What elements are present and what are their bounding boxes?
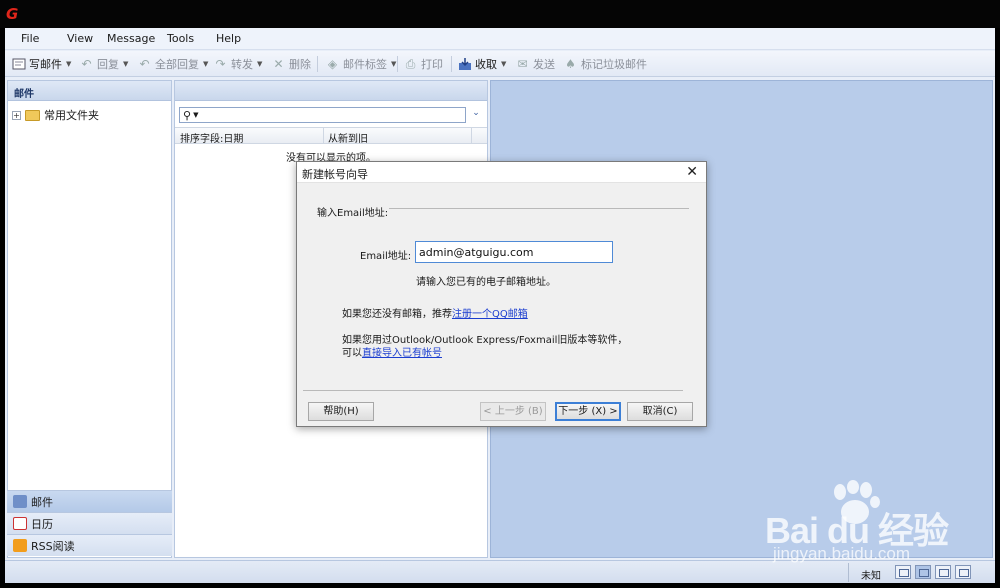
no-mailbox-text: 如果您还没有邮箱，推荐注册一个QQ邮箱 [342,305,528,320]
tree-item-common-folders[interactable]: + 常用文件夹 [12,107,99,123]
nav-tab-mail[interactable]: 邮件 [7,490,172,512]
delete-icon: ✕ [273,57,284,71]
folder-pane-header: 邮件 [8,81,171,101]
watermark-url: jingyan.baidu.com [773,544,911,563]
import-text: 可以直接导入已有帐号 [342,344,442,359]
send-button[interactable]: ✉ 发送 [515,55,555,73]
toolbar-divider [397,56,398,72]
reply-icon: ↶ [81,57,92,71]
register-qq-link[interactable]: 注册一个QQ邮箱 [452,309,528,320]
print-button[interactable]: ⎙ 打印 [403,55,443,73]
email-label: Email地址: [360,251,412,262]
compose-icon [11,57,26,72]
receive-label: 收取 [475,58,497,71]
dialog-title-bar: 新建帐号向导 ✕ [297,162,706,183]
baidu-watermark: Bai du 经验 jingyan.baidu.com [765,480,995,580]
import-account-link[interactable]: 直接导入已有帐号 [362,348,442,359]
toolbar-divider [317,56,318,72]
delete-button[interactable]: ✕ 删除 [271,55,311,73]
chevron-down-icon[interactable]: ▼ [193,111,198,119]
column-divider[interactable] [323,128,324,144]
no-mailbox-label: 如果您还没有邮箱，推荐 [342,309,452,320]
receive-button[interactable]: 收取 ▼ [457,55,506,73]
sort-field-header[interactable]: 排序字段:日期 [180,130,243,145]
reply-all-button[interactable]: ↶ 全部回复 ▼ [137,55,208,73]
menu-bar: File View Message Tools Help [5,28,995,50]
menu-help[interactable]: Help [216,32,241,45]
next-button[interactable]: 下一步 (X) > [555,402,621,421]
import-prefix: 可以 [342,348,362,359]
collapse-icon[interactable]: ⌄ [470,108,482,122]
delete-label: 删除 [289,58,311,71]
compose-button[interactable]: 写邮件 ▼ [11,55,71,73]
folder-pane: 邮件 + 常用文件夹 [7,80,172,558]
footer-divider [303,390,683,391]
search-input[interactable]: ⚲ ▼ [179,107,466,123]
nav-tabs: 邮件 日历 RSS阅读 [7,490,172,556]
tag-button[interactable]: ◈ 邮件标签 ▼ [325,55,397,73]
back-button[interactable]: < 上一步 (B) [480,402,546,421]
junk-label: 标记垃圾邮件 [581,58,647,71]
email-field[interactable] [415,241,613,263]
print-label: 打印 [421,58,443,71]
chevron-down-icon[interactable]: ▼ [257,60,262,68]
close-icon[interactable]: ✕ [686,164,698,180]
menu-tools[interactable]: Tools [167,32,194,45]
reply-all-label: 全部回复 [155,58,199,71]
rss-icon [13,539,27,552]
toolbar-divider [451,56,452,72]
chevron-down-icon[interactable]: ▼ [391,60,396,68]
forward-icon: ↷ [215,57,226,71]
dialog-title: 新建帐号向导 [302,168,368,181]
compose-label: 写邮件 [29,58,62,71]
help-button[interactable]: 帮助(H) [308,402,374,421]
folder-icon [25,109,40,121]
column-divider[interactable] [471,128,472,144]
expand-icon[interactable]: + [12,110,21,120]
chevron-down-icon[interactable]: ▼ [66,60,71,68]
section-divider [389,208,689,209]
menu-message[interactable]: Message [107,32,155,45]
send-icon: ✉ [517,57,528,71]
junk-button[interactable]: ♠ 标记垃圾邮件 [563,55,647,73]
reply-all-icon: ↶ [139,57,150,71]
tree-item-label: 常用文件夹 [44,109,99,122]
nav-tab-label: RSS阅读 [31,539,75,553]
mail-icon [13,495,27,508]
junk-icon: ♠ [565,57,576,71]
menu-file[interactable]: File [21,32,39,45]
chevron-down-icon[interactable]: ▼ [123,60,128,68]
chevron-down-icon[interactable]: ▼ [501,60,506,68]
forward-button[interactable]: ↷ 转发 ▼ [213,55,262,73]
message-list-header [175,81,487,101]
search-icon[interactable]: ⚲ [183,109,191,122]
foxmail-logo-icon: G [6,5,19,23]
print-icon: ⎙ [405,56,416,71]
chevron-down-icon[interactable]: ▼ [203,60,208,68]
menu-view[interactable]: View [67,32,93,45]
title-bar: G [0,0,1000,28]
nav-tab-rss[interactable]: RSS阅读 [7,534,172,556]
forward-label: 转发 [231,58,253,71]
reply-label: 回复 [97,58,119,71]
nav-tab-label: 日历 [31,517,53,531]
nav-tab-calendar[interactable]: 日历 [7,512,172,534]
receive-icon [457,57,472,72]
toolbar: 写邮件 ▼ ↶ 回复 ▼ ↶ 全部回复 ▼ ↷ 转发 ▼ ✕ 删除 ◈ 邮件标签 ▼ ⎙ … [5,51,995,77]
reply-button[interactable]: ↶ 回复 ▼ [79,55,128,73]
cancel-button[interactable]: 取消(C) [627,402,693,421]
sort-header: 排序字段:日期 从新到旧 [175,127,487,145]
new-account-wizard-dialog: 新建帐号向导 ✕ 输入Email地址: Email地址: 请输入您已有的电子邮箱… [296,161,707,427]
section-heading: 输入Email地址: [317,208,389,219]
tag-label: 邮件标签 [343,58,387,71]
nav-tab-label: 邮件 [31,495,53,509]
calendar-icon [13,517,27,530]
tag-icon: ◈ [327,57,338,71]
sort-order-header[interactable]: 从新到旧 [328,130,368,145]
send-label: 发送 [533,58,555,71]
email-hint: 请输入您已有的电子邮箱地址。 [416,277,556,288]
